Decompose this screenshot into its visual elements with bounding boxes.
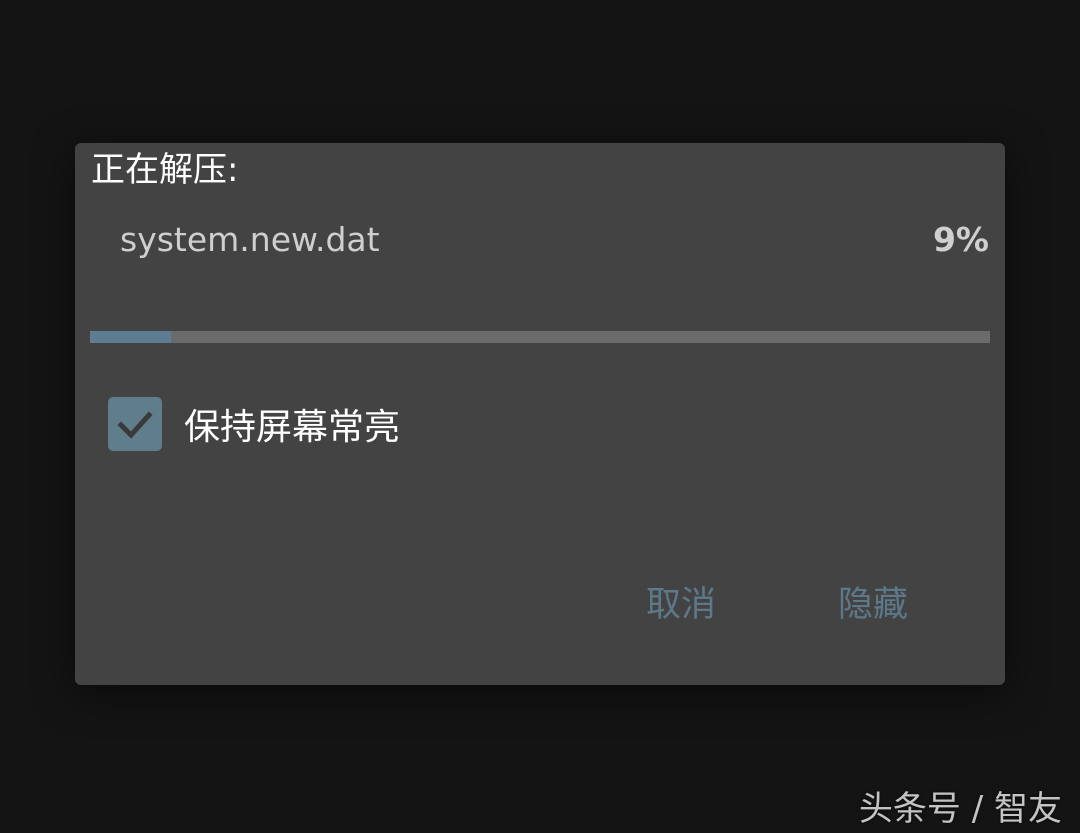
keep-screen-on-option[interactable]: 保持屏幕常亮	[108, 396, 400, 452]
cancel-button[interactable]: 取消	[646, 575, 716, 635]
check-icon	[117, 411, 153, 439]
watermark: 头条号 / 智友	[858, 789, 1062, 829]
keep-screen-on-checkbox[interactable]	[108, 397, 162, 451]
screen: 正在解压: system.new.dat 9% 保持屏幕常亮 取消 隐藏 头条号…	[0, 0, 1080, 833]
progress-percent: 9%	[932, 220, 989, 259]
current-file-name: system.new.dat	[120, 220, 380, 259]
dialog-title: 正在解压:	[91, 150, 239, 190]
extract-progress-dialog: 正在解压: system.new.dat 9% 保持屏幕常亮 取消 隐藏	[75, 143, 1005, 685]
hide-button[interactable]: 隐藏	[838, 575, 908, 635]
keep-screen-on-label: 保持屏幕常亮	[184, 407, 401, 448]
progress-bar-fill	[90, 331, 171, 343]
progress-bar	[90, 331, 990, 343]
